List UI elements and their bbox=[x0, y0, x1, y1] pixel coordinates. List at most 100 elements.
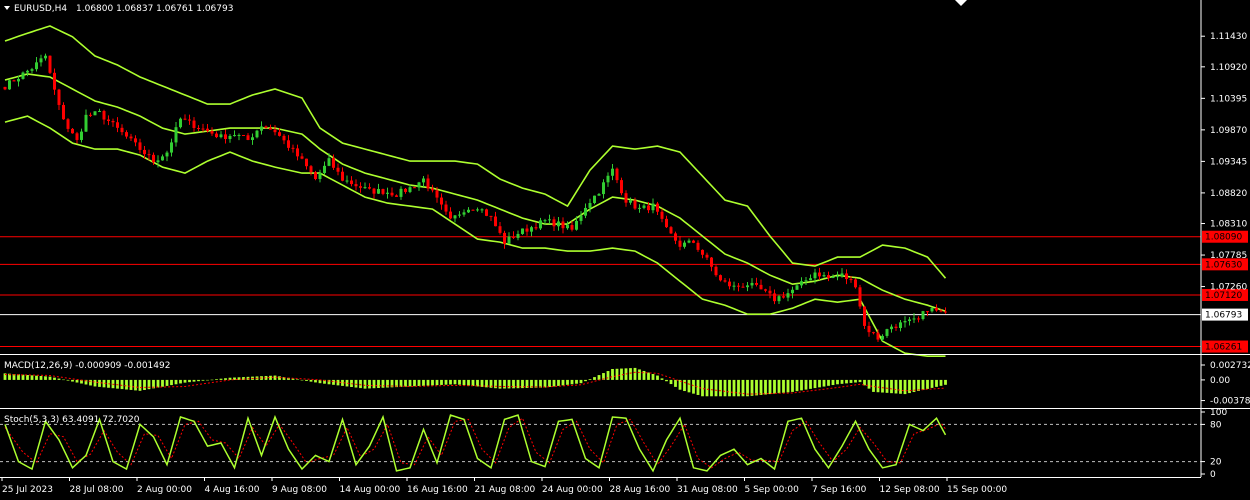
price-panel[interactable]: 1.080901.076301.071201.062611.06793 bbox=[0, 25, 1248, 357]
candle-body[interactable] bbox=[458, 214, 461, 216]
candle-body[interactable] bbox=[444, 204, 448, 212]
candle-body[interactable] bbox=[579, 215, 583, 221]
candle-body[interactable] bbox=[656, 203, 659, 212]
candle-body[interactable] bbox=[588, 203, 592, 208]
candle-body[interactable] bbox=[606, 175, 610, 183]
candle-body[interactable] bbox=[210, 131, 214, 134]
candle-body[interactable] bbox=[755, 282, 758, 285]
candle-body[interactable] bbox=[800, 281, 803, 286]
candle-body[interactable] bbox=[237, 134, 241, 136]
candle-body[interactable] bbox=[683, 242, 686, 247]
candle-body[interactable] bbox=[30, 69, 34, 71]
candle-body[interactable] bbox=[759, 284, 763, 290]
candle-body[interactable] bbox=[525, 228, 529, 232]
candle-body[interactable] bbox=[224, 134, 227, 140]
candle-body[interactable] bbox=[426, 178, 430, 189]
candle-body[interactable] bbox=[764, 289, 767, 291]
candle-body[interactable] bbox=[395, 195, 398, 197]
candle-body[interactable] bbox=[890, 326, 893, 330]
candle-body[interactable] bbox=[768, 290, 772, 294]
candle-body[interactable] bbox=[629, 200, 632, 203]
candle-body[interactable] bbox=[156, 160, 160, 163]
candle-body[interactable] bbox=[507, 236, 511, 244]
candle-body[interactable] bbox=[845, 273, 848, 280]
candle-body[interactable] bbox=[345, 180, 349, 182]
candle-body[interactable] bbox=[435, 190, 439, 198]
candle-body[interactable] bbox=[944, 311, 947, 313]
candle-body[interactable] bbox=[404, 188, 407, 192]
candle-body[interactable] bbox=[921, 311, 925, 319]
candle-body[interactable] bbox=[354, 184, 358, 187]
candle-body[interactable] bbox=[269, 127, 272, 130]
candle-body[interactable] bbox=[305, 158, 308, 167]
candle-body[interactable] bbox=[795, 285, 799, 290]
candle-body[interactable] bbox=[516, 233, 520, 238]
candle-body[interactable] bbox=[791, 289, 794, 294]
candle-body[interactable] bbox=[876, 332, 880, 340]
candle-body[interactable] bbox=[530, 227, 533, 232]
candle-body[interactable] bbox=[827, 275, 830, 279]
candle-body[interactable] bbox=[377, 188, 380, 194]
candle-body[interactable] bbox=[534, 227, 538, 229]
candle-body[interactable] bbox=[246, 135, 250, 140]
candle-body[interactable] bbox=[840, 273, 844, 277]
candle-body[interactable] bbox=[737, 285, 740, 287]
candle-body[interactable] bbox=[66, 119, 70, 129]
candle-body[interactable] bbox=[363, 187, 367, 189]
candle-body[interactable] bbox=[71, 128, 74, 134]
macd-panel[interactable] bbox=[3, 367, 947, 397]
candle-body[interactable] bbox=[431, 188, 434, 191]
candle-body[interactable] bbox=[188, 119, 191, 121]
candle-body[interactable] bbox=[498, 226, 502, 233]
candle-body[interactable] bbox=[75, 133, 79, 140]
candle-body[interactable] bbox=[728, 281, 731, 287]
candle-body[interactable] bbox=[26, 70, 29, 73]
candle-body[interactable] bbox=[939, 310, 943, 312]
candle-body[interactable] bbox=[462, 212, 466, 215]
candle-body[interactable] bbox=[318, 173, 322, 179]
candle-body[interactable] bbox=[62, 104, 65, 120]
candle-body[interactable] bbox=[543, 220, 547, 222]
candle-body[interactable] bbox=[831, 276, 835, 279]
candle-body[interactable] bbox=[179, 118, 182, 128]
candle-body[interactable] bbox=[593, 195, 596, 204]
candle-body[interactable] bbox=[651, 203, 655, 211]
candle-body[interactable] bbox=[642, 205, 646, 208]
candle-body[interactable] bbox=[197, 127, 200, 129]
candle-body[interactable] bbox=[264, 126, 268, 128]
candle-body[interactable] bbox=[138, 142, 142, 150]
candle-body[interactable] bbox=[17, 78, 20, 82]
candle-body[interactable] bbox=[449, 211, 452, 219]
candle-body[interactable] bbox=[165, 152, 169, 157]
candle-body[interactable] bbox=[147, 154, 151, 156]
candle-body[interactable] bbox=[696, 242, 700, 250]
candle-body[interactable] bbox=[741, 286, 745, 288]
candle-body[interactable] bbox=[926, 311, 929, 313]
candle-body[interactable] bbox=[476, 209, 479, 211]
candle-body[interactable] bbox=[453, 215, 457, 219]
candle-body[interactable] bbox=[552, 219, 556, 227]
candle-body[interactable] bbox=[489, 215, 493, 217]
candle-body[interactable] bbox=[714, 266, 718, 276]
candle-body[interactable] bbox=[885, 329, 889, 336]
candle-body[interactable] bbox=[719, 275, 722, 281]
candle-body[interactable] bbox=[129, 136, 133, 139]
candle-body[interactable] bbox=[233, 135, 236, 137]
candle-body[interactable] bbox=[566, 225, 569, 229]
candle-body[interactable] bbox=[930, 307, 934, 312]
candle-body[interactable] bbox=[134, 138, 137, 143]
candle-body[interactable] bbox=[669, 227, 673, 234]
candle-body[interactable] bbox=[350, 180, 353, 185]
candle-body[interactable] bbox=[912, 318, 916, 320]
candle-body[interactable] bbox=[183, 118, 187, 120]
candle-body[interactable] bbox=[336, 167, 340, 172]
candle-body[interactable] bbox=[93, 111, 97, 116]
candle-body[interactable] bbox=[98, 111, 101, 113]
candle-body[interactable] bbox=[282, 135, 286, 141]
candle-body[interactable] bbox=[894, 326, 898, 328]
candle-body[interactable] bbox=[314, 172, 317, 179]
candle-body[interactable] bbox=[782, 296, 785, 298]
candle-body[interactable] bbox=[323, 165, 326, 174]
candle-body[interactable] bbox=[701, 249, 704, 255]
candle-body[interactable] bbox=[399, 188, 403, 197]
